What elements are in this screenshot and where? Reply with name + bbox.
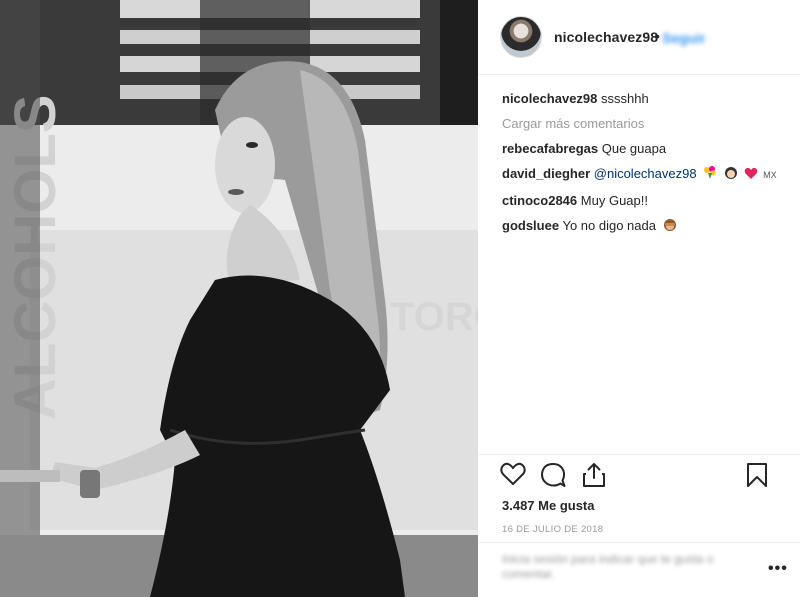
post-photo[interactable]: ALCOHOLS TORO bbox=[0, 0, 478, 597]
caption-username[interactable]: nicolechavez98 bbox=[502, 91, 597, 106]
more-options-button[interactable]: ••• bbox=[768, 560, 788, 578]
comment-text: Yo no digo nada bbox=[562, 218, 656, 233]
actions-divider bbox=[478, 454, 800, 455]
comment-icon[interactable] bbox=[540, 462, 566, 493]
photo-illustration: ALCOHOLS TORO bbox=[0, 0, 478, 597]
post-date: 16 DE JULIO DE 2018 bbox=[502, 524, 604, 535]
comment-item: godsluee Yo no digo nada bbox=[502, 217, 792, 237]
comment-username[interactable]: ctinoco2846 bbox=[502, 193, 577, 208]
header-username[interactable]: nicolechavez98 bbox=[554, 29, 658, 45]
heart-emoji-icon bbox=[744, 167, 758, 185]
comment-username[interactable]: godsluee bbox=[502, 218, 559, 233]
caption: nicolechavez98 sssshhh bbox=[502, 90, 792, 108]
share-icon[interactable] bbox=[582, 462, 606, 493]
action-bar bbox=[500, 462, 800, 492]
comment-username[interactable]: david_diegher bbox=[502, 166, 590, 181]
bookmark-icon[interactable] bbox=[746, 462, 768, 493]
caption-text: sssshhh bbox=[601, 91, 649, 106]
heart-icon[interactable] bbox=[500, 462, 526, 491]
see-no-evil-monkey-emoji-icon bbox=[663, 218, 677, 237]
follow-button[interactable]: Seguir bbox=[662, 30, 706, 46]
comment-username[interactable]: rebecafabregas bbox=[502, 141, 598, 156]
mexico-flag-label: MX bbox=[763, 170, 777, 180]
comment-login-prompt[interactable]: Inicia sesión para indicar que te gusta … bbox=[502, 552, 742, 588]
comment-text: Que guapa bbox=[601, 141, 667, 156]
comment-text: Muy Guap!! bbox=[580, 193, 648, 208]
post-sidebar: nicolechavez98 • Seguir nicolechavez98 s… bbox=[478, 0, 800, 597]
comment-item: ctinoco2846 Muy Guap!! bbox=[502, 192, 792, 210]
post-header: nicolechavez98 • Seguir bbox=[478, 0, 800, 75]
avatar[interactable] bbox=[500, 16, 542, 58]
woman-emoji-icon bbox=[724, 166, 738, 185]
header-separator: • bbox=[655, 28, 660, 44]
likes-count[interactable]: 3.487 Me gusta bbox=[502, 498, 595, 513]
comment-item: rebecafabregas Que guapa bbox=[502, 140, 792, 158]
comment-mention[interactable]: @nicolechavez98 bbox=[594, 166, 697, 181]
load-more-comments-button[interactable]: Cargar más comentarios bbox=[502, 115, 792, 133]
comment-item: david_diegher @nicolechavez98 MX bbox=[502, 165, 792, 185]
comment-box: Inicia sesión para indicar que te gusta … bbox=[478, 542, 800, 597]
comments-list: nicolechavez98 sssshhh Cargar más coment… bbox=[502, 90, 792, 244]
svg-text:TORO: TORO bbox=[390, 295, 478, 339]
bouquet-emoji-icon bbox=[703, 166, 717, 185]
